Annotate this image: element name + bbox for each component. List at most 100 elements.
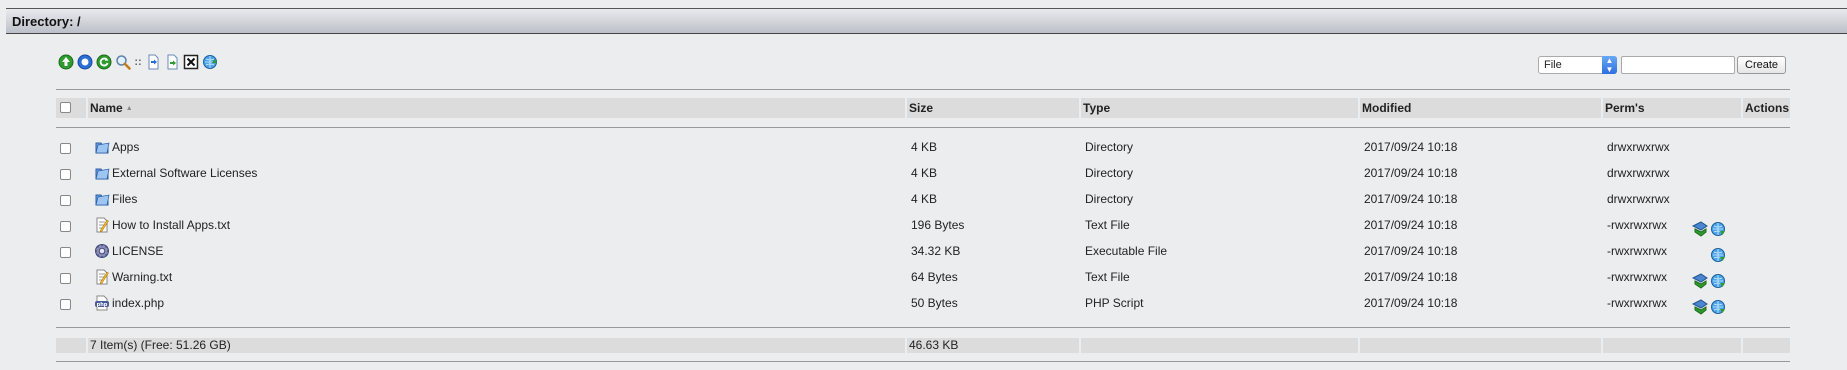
- column-type-label: Type: [1083, 101, 1111, 115]
- create-type-value: File: [1544, 59, 1562, 71]
- text-file-icon: [94, 217, 110, 233]
- row-checkbox[interactable]: [60, 195, 71, 206]
- file-perms[interactable]: drwxrwxrwx: [1607, 164, 1670, 182]
- row-checkbox[interactable]: [60, 299, 71, 310]
- table-row[interactable]: php index.php 50 Bytes PHP Script 2017/0…: [56, 294, 1790, 320]
- file-name-link[interactable]: Files: [112, 190, 137, 208]
- divider: [56, 89, 1790, 90]
- file-perms[interactable]: drwxrwxrwx: [1607, 190, 1670, 208]
- file-name-link[interactable]: Apps: [112, 138, 139, 156]
- footer-summary-cell: 7 Item(s) (Free: 51.26 GB): [88, 338, 905, 353]
- column-perms-label: Perm's: [1605, 101, 1645, 115]
- file-size: 34.32 KB: [911, 244, 961, 258]
- file-size: 4 KB: [911, 166, 938, 180]
- table-row[interactable]: LICENSE 34.32 KB Executable File 2017/09…: [56, 242, 1790, 268]
- row-checkbox[interactable]: [60, 169, 71, 180]
- delete-icon[interactable]: [183, 54, 199, 70]
- divider: [56, 127, 1790, 128]
- edit-icon[interactable]: [1692, 273, 1708, 289]
- file-type: Executable File: [1085, 244, 1168, 258]
- create-name-input[interactable]: [1621, 56, 1735, 74]
- file-perms[interactable]: -rwxrwxrwx: [1607, 242, 1667, 260]
- svg-text:php: php: [97, 302, 108, 308]
- footer-blank-cell: [1360, 338, 1601, 353]
- file-perms[interactable]: -rwxrwxrwx: [1607, 216, 1667, 234]
- php-file-icon: php: [94, 295, 110, 311]
- file-name-link[interactable]: index.php: [112, 294, 164, 312]
- item-count-summary: 7 Item(s) (Free: 51.26 GB): [90, 338, 231, 352]
- table-header: Name ▲ Size Type Modified Perm's Actions: [56, 98, 1790, 118]
- file-name-link[interactable]: External Software Licenses: [112, 164, 257, 182]
- footer-blank-cell: [1081, 338, 1358, 353]
- home-icon[interactable]: [77, 54, 93, 70]
- file-type: Directory: [1085, 166, 1134, 180]
- file-size: 64 Bytes: [911, 270, 958, 284]
- table-row[interactable]: Files 4 KB Directory 2017/09/24 10:18 dr…: [56, 190, 1790, 216]
- toolbar: ::: [58, 53, 221, 71]
- row-checkbox[interactable]: [60, 247, 71, 258]
- file-modified: 2017/09/24 10:18: [1364, 192, 1458, 206]
- file-type: Text File: [1085, 270, 1130, 284]
- edit-icon[interactable]: [1692, 299, 1708, 315]
- page-title: Directory: /: [12, 14, 81, 29]
- footer-blank-cell: [1743, 338, 1790, 353]
- download-icon[interactable]: [1710, 299, 1726, 315]
- file-type: Directory: [1085, 140, 1134, 154]
- file-modified: 2017/09/24 10:18: [1364, 296, 1458, 310]
- file-perms[interactable]: -rwxrwxrwx: [1607, 294, 1667, 312]
- file-modified: 2017/09/24 10:18: [1364, 270, 1458, 284]
- refresh-icon[interactable]: [96, 54, 112, 70]
- download-icon[interactable]: [1710, 273, 1726, 289]
- download-icon[interactable]: [1710, 221, 1726, 237]
- directory-titlebar: Directory: /: [6, 8, 1847, 34]
- search-icon[interactable]: [115, 54, 131, 70]
- file-size: 4 KB: [911, 192, 938, 206]
- file-modified: 2017/09/24 10:18: [1364, 218, 1458, 232]
- row-checkbox[interactable]: [60, 143, 71, 154]
- table-row[interactable]: Warning.txt 64 Bytes Text File 2017/09/2…: [56, 268, 1790, 294]
- sort-asc-icon: ▲: [125, 104, 133, 112]
- column-modified-label: Modified: [1362, 101, 1412, 115]
- header-select-cell: [56, 98, 86, 118]
- column-name-label: Name: [90, 101, 123, 115]
- total-size: 46.63 KB: [909, 338, 959, 352]
- executable-icon: [94, 243, 110, 259]
- create-form: File ▲ ▼ Create: [1538, 55, 1787, 75]
- column-modified[interactable]: Modified: [1360, 98, 1601, 118]
- table-row[interactable]: How to Install Apps.txt 196 Bytes Text F…: [56, 216, 1790, 242]
- chevron-updown-icon: ▲ ▼: [1602, 56, 1617, 74]
- copy-icon[interactable]: [145, 54, 161, 70]
- text-file-icon: [94, 269, 110, 285]
- table-row[interactable]: Apps 4 KB Directory 2017/09/24 10:18 drw…: [56, 138, 1790, 164]
- column-type[interactable]: Type: [1081, 98, 1358, 118]
- table-row[interactable]: External Software Licenses 4 KB Director…: [56, 164, 1790, 190]
- select-all-checkbox[interactable]: [60, 102, 71, 113]
- download-icon[interactable]: [1710, 247, 1726, 263]
- separator-icon: ::: [134, 56, 142, 68]
- file-name-link[interactable]: How to Install Apps.txt: [112, 216, 230, 234]
- up-arrow-icon[interactable]: [58, 54, 74, 70]
- folder-icon: [94, 165, 110, 181]
- file-size: 4 KB: [911, 140, 938, 154]
- row-checkbox[interactable]: [60, 221, 71, 232]
- file-name-link[interactable]: Warning.txt: [112, 268, 172, 286]
- create-type-select[interactable]: File ▲ ▼: [1538, 56, 1617, 74]
- footer-size-cell: 46.63 KB: [907, 338, 1079, 353]
- edit-icon[interactable]: [1692, 221, 1708, 237]
- row-checkbox[interactable]: [60, 273, 71, 284]
- folder-icon: [94, 139, 110, 155]
- create-button[interactable]: Create: [1737, 56, 1787, 74]
- file-type: PHP Script: [1085, 296, 1144, 310]
- file-name-link[interactable]: LICENSE: [112, 242, 163, 260]
- column-name[interactable]: Name ▲: [88, 98, 905, 118]
- move-icon[interactable]: [164, 54, 180, 70]
- file-perms[interactable]: -rwxrwxrwx: [1607, 268, 1667, 286]
- file-perms[interactable]: drwxrwxrwx: [1607, 138, 1670, 156]
- column-size[interactable]: Size: [907, 98, 1079, 118]
- file-modified: 2017/09/24 10:18: [1364, 166, 1458, 180]
- column-perms[interactable]: Perm's: [1603, 98, 1741, 118]
- divider: [56, 361, 1790, 362]
- folder-icon: [94, 191, 110, 207]
- upload-icon[interactable]: [202, 54, 218, 70]
- file-type: Text File: [1085, 218, 1130, 232]
